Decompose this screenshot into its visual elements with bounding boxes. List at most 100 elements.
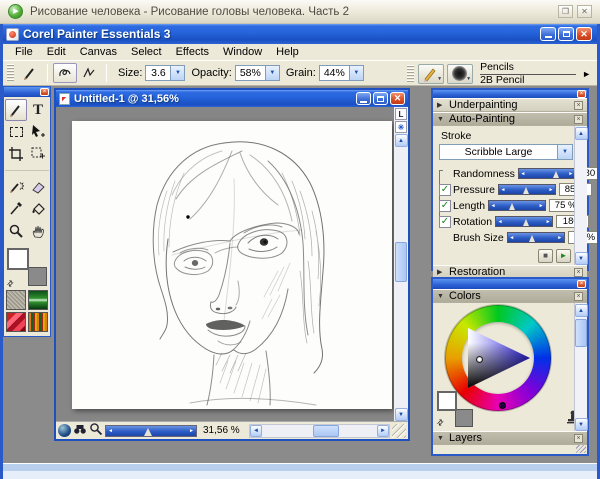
paint-bucket-tool[interactable]: [27, 198, 49, 220]
grain-combo[interactable]: 44% ▼: [319, 65, 364, 81]
layer-adjuster-tool[interactable]: [27, 121, 49, 143]
opacity-combo[interactable]: 58% ▼: [235, 65, 280, 81]
chevron-right-icon[interactable]: ▶: [437, 101, 445, 109]
main-color-swatch[interactable]: [437, 391, 457, 411]
dropper-tool[interactable]: [5, 198, 27, 220]
text-tool[interactable]: T: [27, 99, 49, 121]
length-slider[interactable]: ◄►: [488, 200, 546, 211]
gradient-selector[interactable]: [28, 290, 48, 310]
palette2-resize-grip[interactable]: [576, 445, 586, 453]
close-button[interactable]: ✕: [576, 27, 592, 41]
menu-help[interactable]: Help: [269, 45, 306, 60]
zoom-slider-left-icon[interactable]: ◄: [106, 428, 115, 434]
layers-header[interactable]: ▼ Layers ×: [433, 431, 587, 445]
auto-painting-header[interactable]: ▼ Auto-Painting ×: [433, 112, 587, 126]
main-color-swatch[interactable]: [7, 248, 29, 270]
palette1-titlebar[interactable]: ×: [433, 90, 587, 98]
swap-colors-icon[interactable]: ⇄: [5, 278, 16, 289]
pressure-checkbox[interactable]: ✓: [439, 184, 451, 196]
underpainting-close-icon[interactable]: ×: [574, 101, 583, 110]
underpainting-header[interactable]: ▶ Underpainting ×: [433, 98, 587, 112]
brush-size-slider[interactable]: ◄►: [507, 232, 565, 243]
scroll-up-icon[interactable]: ▲: [395, 134, 408, 147]
draw-freehand-button[interactable]: [53, 63, 77, 83]
doc-vertical-scrollbar[interactable]: L ✳ ▲ ▼: [394, 107, 408, 421]
toolbox-titlebar[interactable]: ×: [4, 87, 50, 97]
toolbar-drag-handle[interactable]: [7, 64, 14, 82]
colors-header[interactable]: ▼ Colors ×: [433, 289, 587, 303]
chevron-down-icon[interactable]: ▼: [437, 435, 445, 442]
swap-colors-icon[interactable]: ⇄: [435, 417, 446, 428]
restore-button[interactable]: [558, 27, 574, 41]
doc-minimize-button[interactable]: [356, 92, 371, 105]
pressure-slider[interactable]: ◄►: [498, 184, 556, 195]
magnifier-tool[interactable]: [5, 220, 27, 242]
canvas[interactable]: [72, 121, 392, 409]
navigator-icon[interactable]: [58, 424, 71, 437]
dropdown-arrow-icon[interactable]: ▼: [557, 145, 572, 159]
h-scroll-thumb[interactable]: [313, 425, 339, 437]
document-titlebar[interactable]: Untitled-1 @ 31,56% ✕: [56, 90, 408, 107]
layers-close-icon[interactable]: ×: [574, 434, 583, 443]
outer-maximize-button[interactable]: ❐: [558, 5, 573, 18]
scroll-down-icon[interactable]: ▼: [575, 418, 588, 431]
document-view[interactable]: L ✳ ▲ ▼: [56, 107, 408, 421]
minimize-button[interactable]: [540, 27, 556, 41]
brush-tool-icon[interactable]: [18, 63, 42, 83]
menu-select[interactable]: Select: [124, 45, 169, 60]
page-corner-icon[interactable]: L: [395, 108, 407, 120]
additional-color-swatch[interactable]: [28, 267, 47, 286]
auto-painting-close-icon[interactable]: ×: [574, 115, 583, 124]
menu-canvas[interactable]: Canvas: [73, 45, 124, 60]
nozzle-selector[interactable]: [28, 312, 48, 332]
draw-straight-lines-button[interactable]: [77, 63, 101, 83]
crop-tool[interactable]: [5, 143, 27, 165]
toolbox-close-button[interactable]: ×: [40, 88, 49, 96]
scroll-left-icon[interactable]: ◄: [250, 425, 262, 437]
tracing-paper-icon[interactable]: ✳: [395, 121, 407, 133]
palette2-close-button[interactable]: ×: [577, 280, 586, 288]
palette1-close-button[interactable]: ×: [577, 90, 586, 98]
size-combo[interactable]: 3.6 ▼: [145, 65, 185, 81]
cloner-brush-tool[interactable]: [5, 176, 27, 198]
scroll-up-icon[interactable]: ▲: [575, 127, 588, 140]
brush-tool[interactable]: [5, 99, 27, 121]
chevron-down-icon[interactable]: ▼: [437, 116, 445, 123]
menu-file[interactable]: File: [8, 45, 40, 60]
chevron-right-icon[interactable]: ▶: [437, 268, 445, 276]
brush-category-button[interactable]: ▼: [418, 64, 444, 84]
brush-variant-button[interactable]: ▼: [447, 64, 473, 84]
stop-button[interactable]: ■: [538, 249, 553, 263]
zoom-slider[interactable]: ◄ ►: [105, 425, 197, 437]
brush-selector-drag-handle[interactable]: [407, 65, 414, 83]
pattern-selector[interactable]: [6, 312, 26, 332]
zoom-slider-thumb[interactable]: [144, 428, 152, 436]
dropdown-arrow-icon[interactable]: ▼: [170, 66, 184, 80]
palette1-scrollbar[interactable]: ▲ ▼: [574, 126, 587, 265]
grabber-hand-tool[interactable]: [27, 220, 49, 242]
doc-horizontal-scrollbar[interactable]: ◄ ►: [249, 424, 390, 438]
scroll-down-icon[interactable]: ▼: [575, 252, 588, 265]
stroke-dropdown[interactable]: Scribble Large ▼: [439, 144, 573, 160]
doc-close-button[interactable]: ✕: [390, 92, 405, 105]
doc-maximize-button[interactable]: [373, 92, 388, 105]
additional-color-swatch[interactable]: [455, 409, 473, 427]
transform-tool[interactable]: [27, 143, 49, 165]
scroll-up-icon[interactable]: ▲: [575, 304, 588, 317]
magnifier-icon[interactable]: [89, 422, 103, 439]
rotation-slider[interactable]: ◄►: [495, 216, 553, 227]
flyout-arrow-icon[interactable]: ►: [582, 69, 591, 79]
sv-cursor[interactable]: [476, 356, 483, 363]
v-scroll-thumb[interactable]: [395, 242, 407, 282]
rectangular-selection-tool[interactable]: [5, 121, 27, 143]
chevron-down-icon[interactable]: ▼: [437, 293, 445, 300]
dropdown-arrow-icon[interactable]: ▼: [265, 66, 279, 80]
binoculars-icon[interactable]: [73, 423, 87, 439]
length-checkbox[interactable]: ✓: [439, 200, 451, 212]
dropdown-arrow-icon[interactable]: ▼: [349, 66, 363, 80]
eraser-tool[interactable]: [27, 176, 49, 198]
randomness-slider[interactable]: ◄►: [518, 168, 576, 179]
menu-edit[interactable]: Edit: [40, 45, 73, 60]
palette2-scrollbar[interactable]: ▲ ▼: [574, 303, 587, 431]
hue-cursor[interactable]: [499, 402, 506, 409]
